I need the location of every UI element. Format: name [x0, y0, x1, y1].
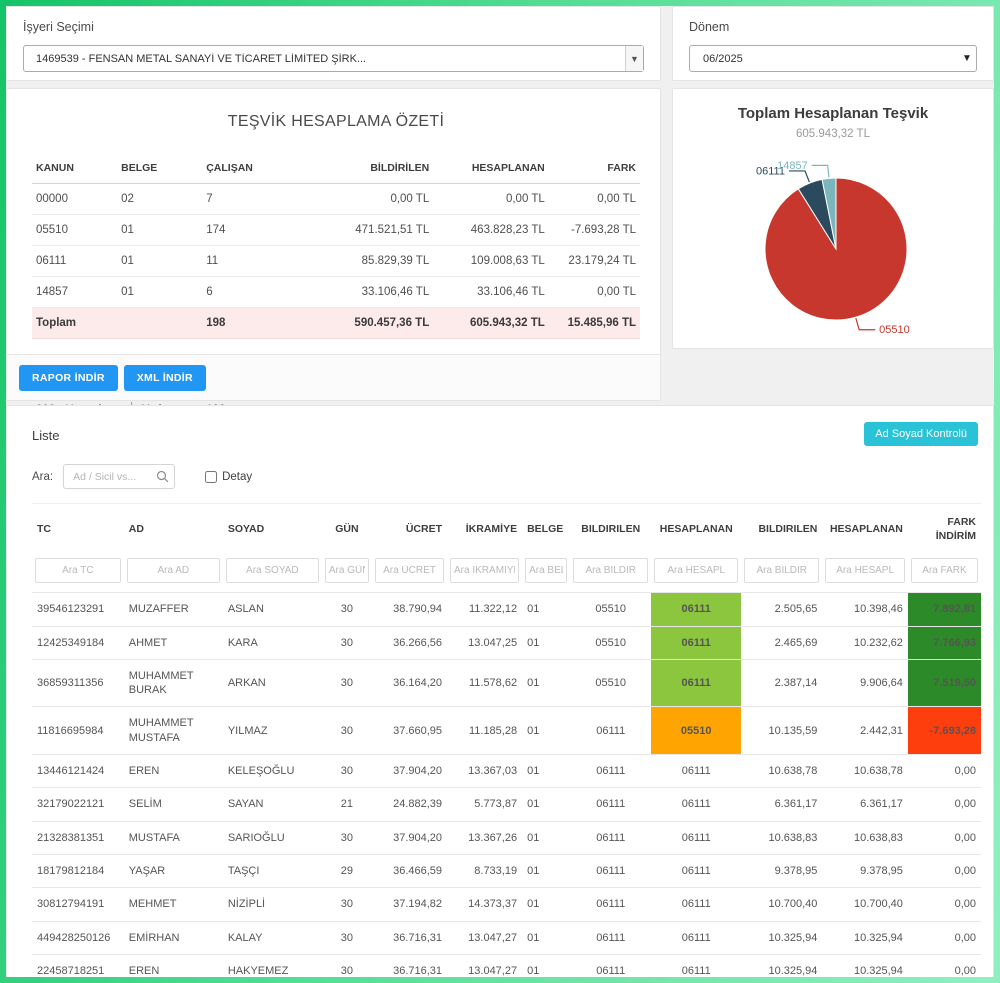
- chevron-down-icon: ▼: [625, 46, 643, 71]
- workplace-select[interactable]: 1469539 - FENSAN METAL SANAYİ VE TİCARET…: [23, 45, 644, 72]
- employee-col-header: TC: [32, 504, 124, 552]
- employee-table-head: TCADSOYADGÜNÜCRETİKRAMİYEBELGEBILDIRILEN…: [32, 504, 981, 593]
- summary-title: TEŞVİK HESAPLAMA ÖZETİ: [32, 113, 640, 131]
- employee-row: 13446121424ERENKELEŞOĞLU3037.904,2013.36…: [32, 755, 981, 788]
- download-xml-button[interactable]: XML İNDİR: [124, 365, 206, 391]
- filter-input-6[interactable]: [525, 558, 567, 583]
- status-badge: 06111: [651, 593, 741, 626]
- pie-label-line: [856, 318, 875, 330]
- dashboard-page: İşyeri Seçimi 1469539 - FENSAN METAL SAN…: [6, 6, 994, 977]
- pie-chart-svg: 055100611114857: [673, 148, 993, 353]
- filter-input-0[interactable]: [35, 558, 121, 583]
- employee-row: 22458718251ERENHAKYEMEZ3036.716,3113.047…: [32, 954, 981, 977]
- download-report-button[interactable]: RAPOR İNDİR: [19, 365, 118, 391]
- employee-row: 11816695984MUHAMMET MUSTAFAYILMAZ3037.66…: [32, 707, 981, 755]
- filter-input-3[interactable]: [325, 558, 369, 583]
- summary-total-row: Toplam198590.457,36 TL605.943,32 TL15.48…: [32, 308, 640, 339]
- summary-col-header: KANUN: [32, 153, 117, 184]
- employee-row: 36859311356MUHAMMET BURAKARKAN3036.164,2…: [32, 659, 981, 707]
- filter-input-11[interactable]: [911, 558, 978, 583]
- summary-row: 0551001174471.521,51 TL463.828,23 TL-7.6…: [32, 215, 640, 246]
- employee-row: 32179022121SELİMSAYAN2124.882,395.773,87…: [32, 788, 981, 821]
- summary-row: 000000270,00 TL0,00 TL0,00 TL: [32, 184, 640, 215]
- filter-input-9[interactable]: [744, 558, 819, 583]
- summary-col-header: FARK: [549, 153, 640, 184]
- pie-label-line: [812, 165, 829, 177]
- summary-card: TEŞVİK HESAPLAMA ÖZETİ KANUNBELGEÇALIŞAN…: [6, 88, 661, 401]
- employee-col-header: ÜCRET: [372, 504, 447, 552]
- summary-table-body: 000000270,00 TL0,00 TL0,00 TL05510011744…: [32, 184, 640, 339]
- employee-table-body: 39546123291MUZAFFERASLAN3038.790,9411.32…: [32, 593, 981, 977]
- summary-col-header: BELGE: [117, 153, 202, 184]
- employee-row: 39546123291MUZAFFERASLAN3038.790,9411.32…: [32, 593, 981, 626]
- status-badge: 06111: [651, 659, 741, 707]
- summary-col-header: BİLDİRİLEN: [287, 153, 433, 184]
- summary-table-head: KANUNBELGEÇALIŞANBİLDİRİLENHESAPLANANFAR…: [32, 153, 640, 184]
- employee-col-header: AD: [124, 504, 223, 552]
- screenshot-green-border: İşyeri Seçimi 1469539 - FENSAN METAL SAN…: [0, 0, 1000, 983]
- employee-col-header: FARKİNDİRİM: [908, 504, 981, 552]
- employee-col-header: HESAPLANAN: [822, 504, 908, 552]
- summary-col-header: ÇALIŞAN: [202, 153, 287, 184]
- name-check-button[interactable]: Ad Soyad Kontrolü: [864, 422, 978, 446]
- employee-row: 12425349184AHMETKARA3036.266,5613.047,25…: [32, 626, 981, 659]
- status-badge: 05510: [651, 707, 741, 755]
- workplace-select-value: 1469539 - FENSAN METAL SANAYİ VE TİCARET…: [24, 53, 378, 65]
- pie-chart: 055100611114857: [673, 148, 993, 358]
- pie-label-line: [789, 171, 809, 182]
- employee-row: 18179812184YAŞARTAŞÇI2936.466,598.733,19…: [32, 854, 981, 887]
- chart-title: Toplam Hesaplanan Teşvik: [673, 105, 993, 122]
- employee-col-header: HESAPLANAN: [651, 504, 741, 552]
- filter-input-10[interactable]: [825, 558, 905, 583]
- employee-col-header: SOYAD: [223, 504, 322, 552]
- filter-input-8[interactable]: [654, 558, 738, 583]
- pie-slice-label: 05510: [879, 324, 910, 336]
- detail-checkbox[interactable]: [205, 471, 217, 483]
- employee-col-header: GÜN: [322, 504, 372, 552]
- chart-card: Toplam Hesaplanan Teşvik 605.943,32 TL 0…: [672, 88, 994, 349]
- list-card: Liste Ad Soyad Kontrolü Ara: Detay TCADS…: [6, 405, 994, 977]
- summary-row: 1485701633.106,46 TL33.106,46 TL0,00 TL: [32, 277, 640, 308]
- search-icon: [156, 470, 169, 483]
- pie-slice-label: 14857: [777, 160, 808, 172]
- employee-row: 21328381351MUSTAFASARIOĞLU3037.904,2013.…: [32, 821, 981, 854]
- employee-col-header: BILDIRILEN: [570, 504, 651, 552]
- employee-table: TCADSOYADGÜNÜCRETİKRAMİYEBELGEBILDIRILEN…: [32, 503, 981, 977]
- filter-input-7[interactable]: [573, 558, 648, 583]
- period-select[interactable]: 06/2025 ▼: [689, 45, 977, 72]
- employee-col-header: İKRAMİYE: [447, 504, 522, 552]
- summary-row: 06111011185.829,39 TL109.008,63 TL23.179…: [32, 246, 640, 277]
- workplace-label: İşyeri Seçimi: [23, 20, 644, 34]
- filter-row: [32, 551, 981, 593]
- employee-row: 30812794191MEHMETNİZİPLİ3037.194,8214.37…: [32, 888, 981, 921]
- summary-col-header: HESAPLANAN: [433, 153, 549, 184]
- summary-footer: RAPOR İNDİR XML İNDİR: [7, 354, 660, 400]
- period-card: Dönem 06/2025 ▼: [672, 6, 994, 81]
- list-title: Liste: [32, 428, 59, 443]
- chart-subtitle: 605.943,32 TL: [673, 128, 993, 140]
- employee-row: 449428250126EMİRHANKALAY3036.716,3113.04…: [32, 921, 981, 954]
- chevron-down-icon: ▼: [958, 46, 976, 71]
- employee-col-header: BILDIRILEN: [741, 504, 822, 552]
- filter-input-1[interactable]: [127, 558, 220, 583]
- search-label: Ara:: [32, 471, 53, 483]
- employee-col-header: BELGE: [522, 504, 570, 552]
- period-select-value: 06/2025: [690, 53, 755, 65]
- status-badge: 06111: [651, 626, 741, 659]
- detail-checkbox-row[interactable]: Detay: [205, 471, 252, 483]
- summary-table: KANUNBELGEÇALIŞANBİLDİRİLENHESAPLANANFAR…: [32, 153, 640, 339]
- filter-input-5[interactable]: [450, 558, 519, 583]
- filter-input-2[interactable]: [226, 558, 319, 583]
- detail-checkbox-label: Detay: [222, 471, 252, 483]
- filter-input-4[interactable]: [375, 558, 444, 583]
- workplace-card: İşyeri Seçimi 1469539 - FENSAN METAL SAN…: [6, 6, 661, 81]
- period-label: Dönem: [689, 20, 977, 34]
